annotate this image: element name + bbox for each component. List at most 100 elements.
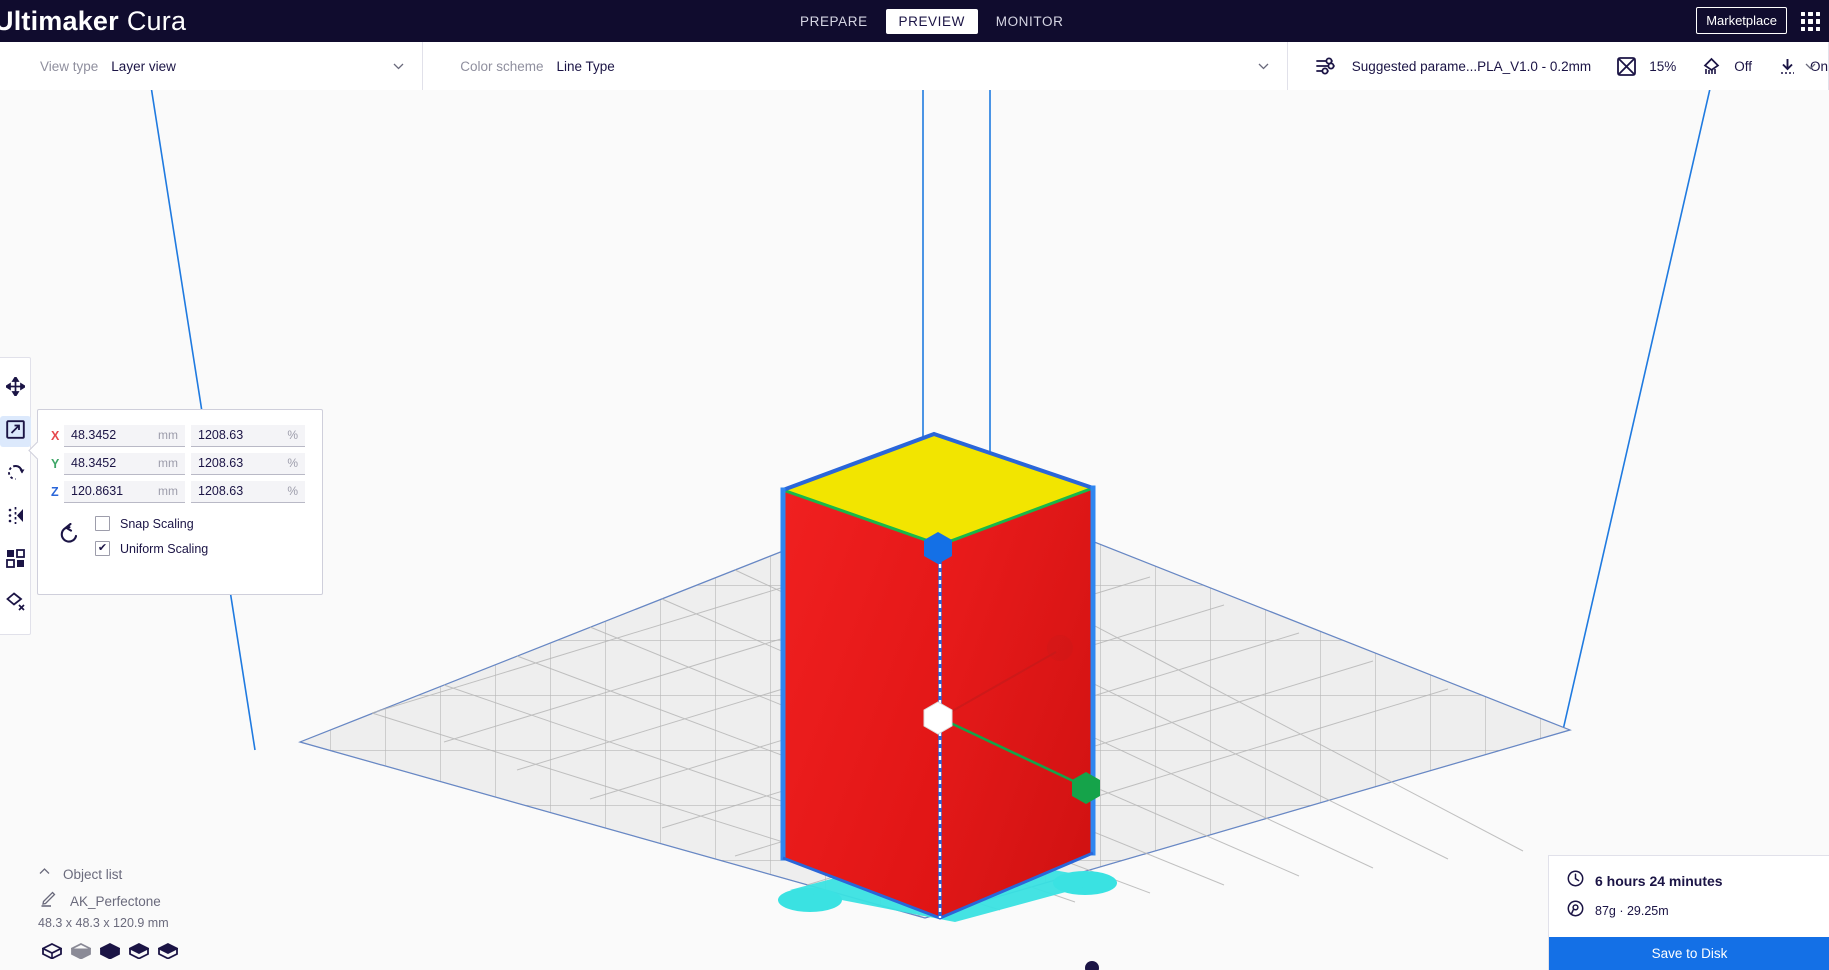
clock-icon — [1567, 870, 1584, 892]
scale-tool-panel: X 48.3452 mm 1208.63 % Y 48.3452 mm 1208… — [37, 409, 323, 595]
rotate-icon — [6, 463, 25, 487]
infill-icon — [1617, 56, 1637, 76]
adhesion-icon — [1778, 57, 1797, 76]
rotate-tool-button[interactable] — [0, 453, 31, 496]
scale-x-mm-unit: mm — [158, 428, 178, 442]
print-as-support-icon[interactable] — [69, 942, 93, 964]
scale-y-percent-unit: % — [287, 456, 298, 470]
chevron-down-icon — [393, 61, 404, 72]
modify-settings-icon[interactable] — [98, 942, 122, 964]
model-face-left — [783, 490, 940, 918]
print-time-value: 6 hours 24 minutes — [1595, 873, 1723, 889]
model-tools-toolbar — [0, 357, 31, 635]
filament-spool-icon — [1567, 900, 1584, 922]
material-usage-row: 87g · 29.25m — [1567, 900, 1811, 922]
scale-x-mm-input[interactable]: 48.3452 mm — [64, 424, 185, 447]
tab-monitor[interactable]: MONITOR — [978, 9, 1082, 34]
save-to-disk-button[interactable]: Save to Disk — [1549, 937, 1829, 970]
print-time-row: 6 hours 24 minutes — [1567, 870, 1811, 892]
tab-prepare[interactable]: PREPARE — [782, 9, 886, 34]
grid-apps-icon[interactable] — [1801, 12, 1820, 31]
chevron-down-icon — [1258, 61, 1269, 72]
scale-y-percent-input[interactable]: 1208.63 % — [191, 452, 305, 475]
infill-value: 15% — [1649, 58, 1677, 74]
object-list-item-name: AK_Perfectone — [70, 894, 161, 909]
material-usage-value: 87g · 29.25m — [1595, 904, 1669, 918]
axis-label-y: Y — [51, 456, 60, 471]
object-list-item[interactable]: AK_Perfectone — [0, 887, 290, 916]
uniform-scaling-label: Uniform Scaling — [120, 541, 209, 556]
object-list-title: Object list — [63, 866, 123, 882]
color-scheme-dropdown[interactable]: Color scheme Line Type — [423, 42, 1288, 90]
uniform-scaling-checkbox-row[interactable]: ✔ Uniform Scaling — [95, 541, 208, 556]
scale-z-mm-value: 120.8631 — [71, 484, 124, 498]
color-scheme-value: Line Type — [556, 58, 615, 74]
scale-row-z: Z 120.8631 mm 1208.63 % — [51, 480, 322, 503]
scale-row-x: X 48.3452 mm 1208.63 % — [51, 424, 322, 447]
print-settings-sliders-icon — [1315, 56, 1339, 76]
app-logo-title: Ultimaker Cura — [0, 0, 186, 42]
scale-y-percent-value: 1208.63 — [198, 456, 244, 470]
brand-ultimaker: Ultimaker — [0, 5, 119, 36]
support-blocker-tool-button[interactable] — [0, 582, 31, 625]
object-list-panel: Object list AK_Perfectone 48.3 x 48.3 x … — [0, 861, 290, 970]
mirror-icon — [6, 506, 25, 530]
per-model-settings-tool-button[interactable] — [0, 539, 31, 582]
scale-z-percent-value: 1208.63 — [198, 484, 244, 498]
scale-y-mm-input[interactable]: 48.3452 mm — [64, 452, 185, 475]
model-face-right — [940, 488, 1093, 918]
scale-options: Snap Scaling ✔ Uniform Scaling — [51, 516, 322, 556]
view-type-label: View type — [40, 58, 99, 74]
view-type-dropdown[interactable]: View type Layer view — [0, 42, 424, 90]
axis-label-z: Z — [51, 484, 59, 499]
chevron-up-icon — [38, 865, 51, 883]
application-titlebar: Ultimaker Cura PREPARE PREVIEW MONITOR M… — [0, 0, 1829, 42]
marketplace-button[interactable]: Marketplace — [1696, 7, 1787, 34]
reset-scale-icon — [58, 522, 80, 550]
view-type-value: Layer view — [111, 58, 176, 74]
color-scheme-label: Color scheme — [460, 58, 544, 74]
print-information-panel: 6 hours 24 minutes 87g · 29.25m Save to … — [1548, 855, 1829, 970]
object-dimensions: 48.3 x 48.3 x 120.9 mm — [38, 916, 169, 930]
scale-tool-button[interactable] — [0, 410, 31, 453]
cura-application-window: Ultimaker Cura PREPARE PREVIEW MONITOR M… — [0, 0, 1829, 970]
support-blocker-icon — [5, 591, 25, 616]
move-tool-button[interactable] — [0, 367, 31, 410]
mesh-type-buttons — [0, 942, 290, 964]
print-settings-selector[interactable]: Suggested parame...PLA_V1.0 - 0.2mm 15% — [1287, 42, 1829, 90]
scale-x-percent-unit: % — [287, 428, 298, 442]
view-settings-bar: View type Layer view Color scheme Line T… — [0, 42, 1829, 90]
mirror-tool-button[interactable] — [0, 496, 31, 539]
scale-z-percent-input[interactable]: 1208.63 % — [191, 480, 305, 503]
normal-model-icon[interactable] — [40, 942, 64, 964]
reset-scale-button[interactable] — [51, 518, 87, 554]
object-list-header[interactable]: Object list — [0, 861, 290, 887]
move-arrows-icon — [3, 374, 27, 401]
snap-scaling-checkbox[interactable] — [95, 516, 110, 531]
printed-model — [778, 431, 1117, 922]
scale-x-percent-input[interactable]: 1208.63 % — [191, 424, 305, 447]
snap-scaling-label: Snap Scaling — [120, 516, 194, 531]
snap-scaling-checkbox-row[interactable]: Snap Scaling — [95, 516, 208, 531]
uniform-scaling-checkbox[interactable]: ✔ — [95, 541, 110, 556]
tab-preview[interactable]: PREVIEW — [885, 8, 978, 34]
per-model-settings-icon — [5, 548, 25, 573]
scale-row-y: Y 48.3452 mm 1208.63 % — [51, 452, 322, 475]
support-icon — [1702, 57, 1721, 76]
support-value: Off — [1734, 58, 1752, 74]
infill-mesh-icon[interactable] — [156, 942, 180, 964]
scale-x-percent-value: 1208.63 — [198, 428, 244, 442]
main-stage-tabs: PREPARE PREVIEW MONITOR — [782, 0, 1081, 42]
dont-support-overlap-icon[interactable] — [127, 942, 151, 964]
chevron-down-icon — [1805, 61, 1816, 72]
print-profile-label: Suggested parame...PLA_V1.0 - 0.2mm — [1351, 58, 1592, 74]
brand-cura: Cura — [126, 5, 187, 36]
scale-z-mm-unit: mm — [158, 484, 178, 498]
scale-handle-x — [1047, 635, 1073, 661]
scale-x-mm-value: 48.3452 — [71, 428, 117, 442]
scale-z-mm-input[interactable]: 120.8631 mm — [64, 480, 185, 503]
mesh-edit-icon — [40, 891, 56, 912]
scale-y-mm-unit: mm — [158, 456, 178, 470]
scale-z-percent-unit: % — [287, 484, 298, 498]
axis-label-x: X — [51, 428, 60, 443]
